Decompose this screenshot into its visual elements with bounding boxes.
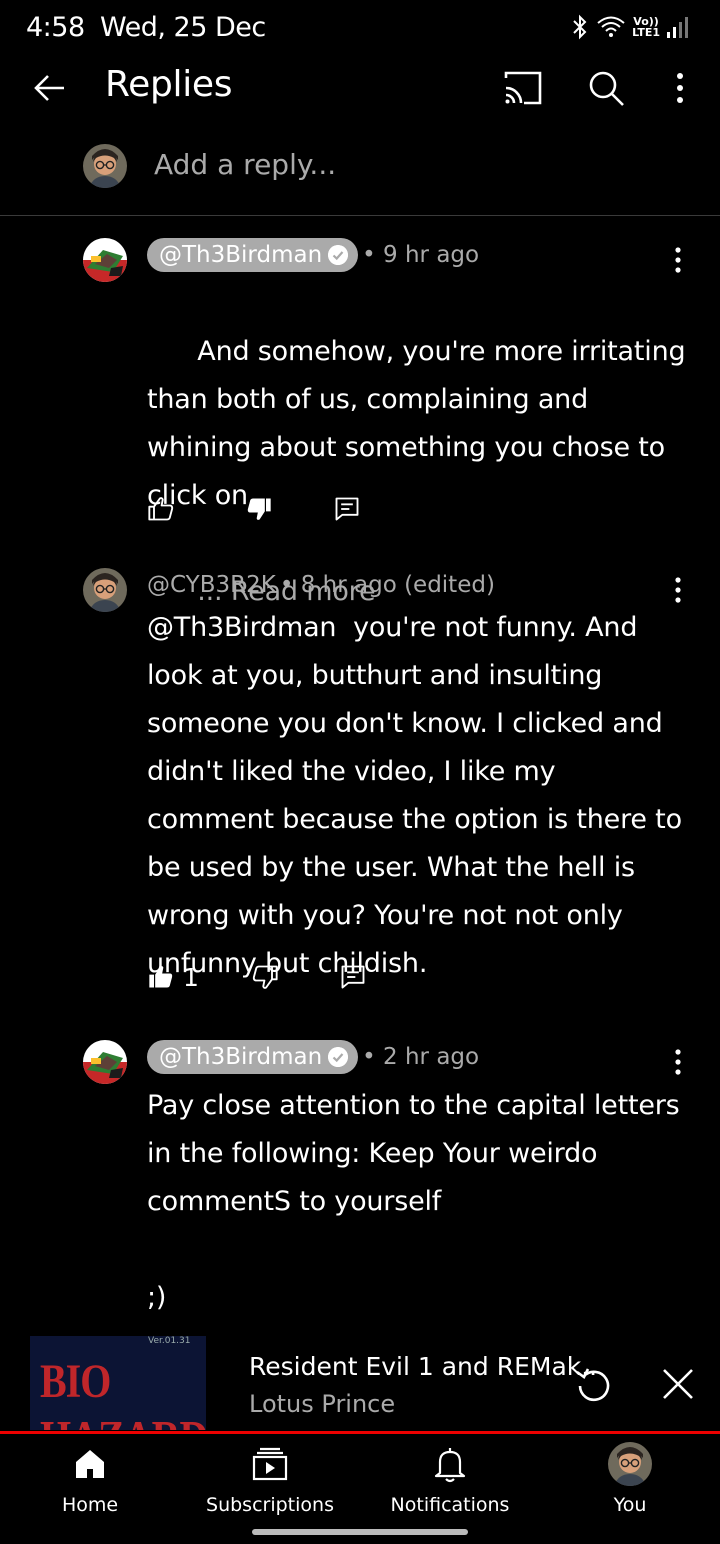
volte-label-bottom: LTE1	[632, 26, 660, 39]
nav-you[interactable]: You	[540, 1440, 720, 1516]
comment-author: @Th3Birdman	[159, 1044, 323, 1070]
add-reply-input[interactable]: Add a reply...	[154, 148, 336, 181]
comment-text-content: And somehow, you're more irritating than…	[147, 336, 694, 511]
back-arrow-icon[interactable]	[28, 66, 72, 110]
nav-label: Notifications	[390, 1494, 510, 1516]
avatar	[83, 144, 127, 188]
comment-author[interactable]: @CYB3R2K	[147, 572, 276, 598]
page-title: Replies	[105, 64, 233, 105]
avatar	[608, 1442, 652, 1486]
comment-more-icon[interactable]	[664, 572, 692, 608]
thumbnail-logo-text: BIO HAZARD	[40, 1353, 206, 1430]
nav-label: You	[613, 1494, 647, 1516]
app-bar: Replies	[0, 58, 720, 120]
comment-actions	[147, 492, 361, 526]
search-icon[interactable]	[584, 66, 628, 110]
close-icon[interactable]	[658, 1364, 698, 1404]
nav-notifications[interactable]: Notifications	[360, 1440, 540, 1516]
bottom-nav: Home Subscriptions Notifications You	[0, 1434, 720, 1544]
comment-author: @Th3Birdman	[159, 242, 323, 268]
comment-actions: 1	[147, 960, 367, 994]
like-icon[interactable]	[147, 495, 175, 523]
verified-check-icon	[328, 1047, 349, 1067]
signal-icon	[667, 17, 688, 38]
verified-check-icon	[328, 245, 349, 265]
cast-icon[interactable]	[500, 68, 544, 108]
comment-meta: • 2 hr ago	[362, 1044, 480, 1070]
comment-header: @Th3Birdman • 2 hr ago	[147, 1040, 479, 1074]
nav-home[interactable]: Home	[0, 1440, 180, 1516]
nav-label: Subscriptions	[206, 1494, 334, 1516]
status-bar: 4:58 Wed, 25 Dec Vo)) LTE1	[0, 0, 720, 58]
nav-subscriptions[interactable]: Subscriptions	[180, 1440, 360, 1516]
more-vert-icon[interactable]	[660, 66, 700, 110]
comment-more-icon[interactable]	[664, 242, 692, 278]
dislike-filled-icon[interactable]	[245, 495, 273, 523]
nav-label: Home	[61, 1494, 119, 1516]
gesture-handle[interactable]	[252, 1529, 468, 1535]
replies-screen: 4:58 Wed, 25 Dec Vo)) LTE1 Replies Add a…	[0, 0, 720, 1544]
comment-meta: • 8 hr ago (edited)	[279, 572, 495, 598]
author-chip[interactable]: @Th3Birdman	[147, 238, 359, 272]
reply-icon[interactable]	[339, 963, 367, 991]
comment-more-icon[interactable]	[664, 1044, 692, 1080]
reply-icon[interactable]	[333, 495, 361, 523]
subscriptions-icon	[252, 1447, 288, 1481]
status-icons: Vo)) LTE1	[570, 14, 688, 40]
like-filled-icon[interactable]	[147, 963, 175, 991]
bluetooth-icon	[573, 14, 587, 40]
comment-text: Pay close attention to the capital lette…	[147, 1090, 680, 1313]
comment-meta: • 9 hr ago	[362, 242, 480, 268]
status-date: Wed, 25 Dec	[100, 12, 266, 43]
mini-player-title[interactable]: Resident Evil 1 and REMak..	[249, 1352, 597, 1381]
mini-player-channel: Lotus Prince	[249, 1390, 396, 1418]
author-chip[interactable]: @Th3Birdman	[147, 1040, 359, 1074]
comment-header: @Th3Birdman • 9 hr ago	[147, 238, 479, 272]
replay-icon[interactable]	[574, 1364, 614, 1404]
avatar[interactable]	[83, 568, 127, 612]
bell-icon	[434, 1448, 466, 1483]
wifi-icon	[597, 16, 625, 37]
like-count: 1	[183, 962, 199, 992]
comment-header: @CYB3R2K • 8 hr ago (edited)	[147, 568, 495, 602]
mini-player[interactable]: Ver.01.31 BIO HAZARD Resident Evil 1 and…	[0, 1334, 720, 1432]
thumbnail-version-text: Ver.01.31	[148, 1336, 191, 1346]
avatar[interactable]	[83, 238, 127, 282]
avatar[interactable]	[83, 1040, 127, 1084]
add-reply-row[interactable]: Add a reply...	[0, 140, 720, 216]
volte-icon: Vo)) LTE1	[632, 16, 660, 38]
home-icon	[76, 1450, 104, 1478]
dislike-icon[interactable]	[251, 963, 279, 991]
status-time: 4:58	[26, 12, 85, 43]
mini-player-thumbnail[interactable]: Ver.01.31 BIO HAZARD	[30, 1336, 206, 1430]
comment-text: @Th3Birdman you're not funny. And look a…	[147, 612, 691, 979]
